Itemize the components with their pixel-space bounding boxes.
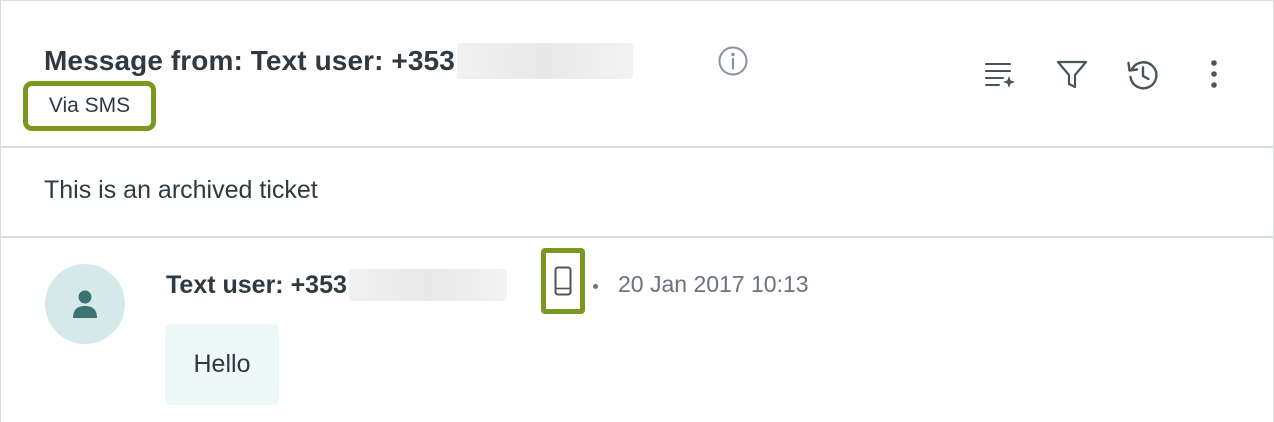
archived-notice-bar: This is an archived ticket: [1, 148, 1274, 238]
archived-notice-text: This is an archived ticket: [44, 176, 318, 204]
message-bubble: Hello: [165, 324, 279, 405]
redacted-phone-number: [348, 269, 507, 301]
avatar: [45, 264, 125, 344]
summarize-sparkle-icon[interactable]: [981, 57, 1017, 93]
sender-row: Text user: +353: [166, 263, 507, 307]
user-icon: [73, 290, 97, 318]
via-channel-badge: Via SMS: [23, 81, 156, 131]
history-icon[interactable]: [1125, 57, 1161, 93]
filter-icon[interactable]: [1054, 57, 1090, 93]
sender-name[interactable]: Text user: +353: [166, 271, 347, 300]
info-icon[interactable]: [717, 45, 749, 77]
ticket-header: Message from: Text user: +353 Via SMS: [1, 1, 1274, 148]
redacted-phone-number: [456, 43, 633, 79]
message-body: Hello: [193, 350, 251, 378]
message-timestamp: 20 Jan 2017 10:13: [618, 271, 809, 297]
title-row: Message from: Text user: +353: [44, 41, 633, 81]
ticket-title: Message from: Text user: +353: [44, 45, 455, 76]
more-vertical-icon[interactable]: [1196, 57, 1232, 93]
mobile-phone-icon: [541, 248, 585, 314]
ticket-panel: Message from: Text user: +353 Via SMS Th…: [0, 0, 1274, 422]
separator-dot: [593, 284, 598, 289]
